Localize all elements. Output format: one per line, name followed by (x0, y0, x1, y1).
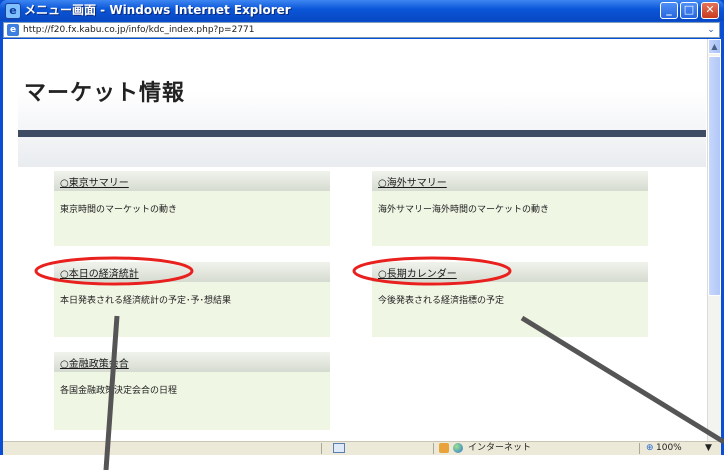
long-term-calendar-link[interactable]: ○長期カレンダー (378, 265, 457, 280)
page-status-icon (333, 443, 345, 453)
minimize-button[interactable]: _ (660, 2, 678, 19)
address-url[interactable]: http://f20.fx.kabu.co.jp/info/kdc_index.… (23, 23, 255, 37)
panel-long-term-calendar: ○長期カレンダー 今後発表される経済指標の予定 (372, 262, 648, 337)
panel-header: ○金融政策会合 (54, 352, 330, 372)
panel-description: 本日発表される経済統計の予定･予･想結果 (60, 296, 232, 306)
vertical-scrollbar[interactable]: ▲ (707, 39, 721, 441)
title-bar[interactable]: e メニュー画面 - Windows Internet Explorer _ □… (0, 0, 724, 21)
overseas-summary-link[interactable]: ○海外サマリー (378, 174, 447, 189)
tokyo-summary-link[interactable]: ○東京サマリー (60, 174, 129, 189)
scroll-thumb[interactable] (708, 56, 721, 296)
protected-mode-icon (439, 443, 449, 453)
panel-header: ○東京サマリー (54, 171, 330, 191)
economic-stats-link[interactable]: ○本日の経済統計 (60, 265, 139, 280)
browser-window: e メニュー画面 - Windows Internet Explorer _ □… (0, 0, 724, 455)
address-bar[interactable]: e http://f20.fx.kabu.co.jp/info/kdc_inde… (3, 22, 720, 38)
close-button[interactable]: ✕ (701, 2, 719, 19)
status-separator (433, 443, 434, 454)
zoom-dropdown[interactable]: ▼ (705, 442, 712, 454)
magnifier-icon[interactable]: ⊕ (646, 442, 654, 454)
panel-description: 海外サマリー海外時間のマーケットの動き (378, 205, 550, 215)
panel-header: ○海外サマリー (372, 171, 648, 191)
panel-description: 東京時間のマーケットの動き (60, 205, 178, 215)
panel-description: 今後発表される経済指標の予定 (378, 296, 505, 306)
header-divider (18, 130, 706, 137)
ie-icon: e (5, 3, 21, 19)
panel-overseas-summary: ○海外サマリー 海外サマリー海外時間のマーケットの動き (372, 171, 648, 246)
monetary-policy-link[interactable]: ○金融政策会合 (60, 355, 129, 370)
panel-description: 各国金融政策決定会合の日程 (60, 386, 178, 396)
zoom-level[interactable]: 100% (656, 442, 682, 454)
scroll-up-button[interactable]: ▲ (708, 39, 721, 54)
panel-economic-stats: ○本日の経済統計 本日発表される経済統計の予定･予･想結果 (54, 262, 330, 337)
page-icon: e (7, 24, 19, 36)
status-bar: インターネット ⊕ 100% ▼ (3, 441, 721, 455)
maximize-button[interactable]: □ (680, 2, 698, 19)
page-viewport: マーケット情報 ○東京サマリー 東京時間のマーケットの動き ○海外サマリー 海外… (3, 39, 707, 441)
page-title: マーケット情報 (24, 81, 186, 106)
panel-tokyo-summary: ○東京サマリー 東京時間のマーケットの動き (54, 171, 330, 246)
panel-header: ○長期カレンダー (372, 262, 648, 282)
window-title: メニュー画面 - Windows Internet Explorer (24, 3, 291, 17)
page-header (18, 57, 706, 167)
status-separator (321, 443, 322, 454)
panel-monetary-policy: ○金融政策会合 各国金融政策決定会合の日程 (54, 352, 330, 430)
globe-icon (453, 443, 463, 453)
status-separator (639, 443, 640, 454)
chevron-down-icon[interactable]: ⌄ (705, 24, 717, 36)
security-zone-label: インターネット (468, 443, 532, 453)
panel-header: ○本日の経済統計 (54, 262, 330, 282)
